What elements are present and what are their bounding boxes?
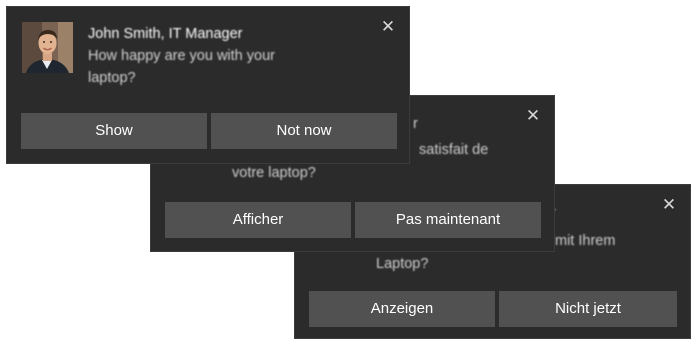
- sender-name: John Smith, IT Manager: [88, 26, 243, 42]
- notification-stack: ✕ r mit Ihrem Laptop? Anzeigen Nicht jet…: [0, 0, 691, 339]
- message-fragment: mit Ihrem: [555, 233, 616, 249]
- not-now-button[interactable]: Pas maintenant: [355, 202, 541, 238]
- message-fragment: satisfait de: [419, 142, 489, 158]
- close-icon[interactable]: ✕: [658, 194, 680, 216]
- message-line: How happy are you with your: [88, 48, 275, 64]
- message-fragment: Laptop?: [376, 256, 429, 272]
- close-icon[interactable]: ✕: [377, 16, 399, 38]
- message-fragment: votre laptop?: [232, 165, 316, 181]
- not-now-button[interactable]: Not now: [211, 113, 397, 149]
- show-button[interactable]: Afficher: [165, 202, 351, 238]
- close-icon[interactable]: ✕: [522, 105, 544, 127]
- avatar-photo-icon: [22, 22, 73, 73]
- avatar: [22, 22, 73, 73]
- message-fragment: r: [413, 116, 418, 132]
- toast-notification-english: John Smith, IT Manager How happy are you…: [6, 6, 410, 164]
- show-button[interactable]: Show: [21, 113, 207, 149]
- not-now-button[interactable]: Nicht jetzt: [499, 291, 677, 327]
- notification-message: John Smith, IT Manager How happy are you…: [88, 23, 368, 89]
- show-button[interactable]: Anzeigen: [309, 291, 495, 327]
- message-line: laptop?: [88, 70, 136, 86]
